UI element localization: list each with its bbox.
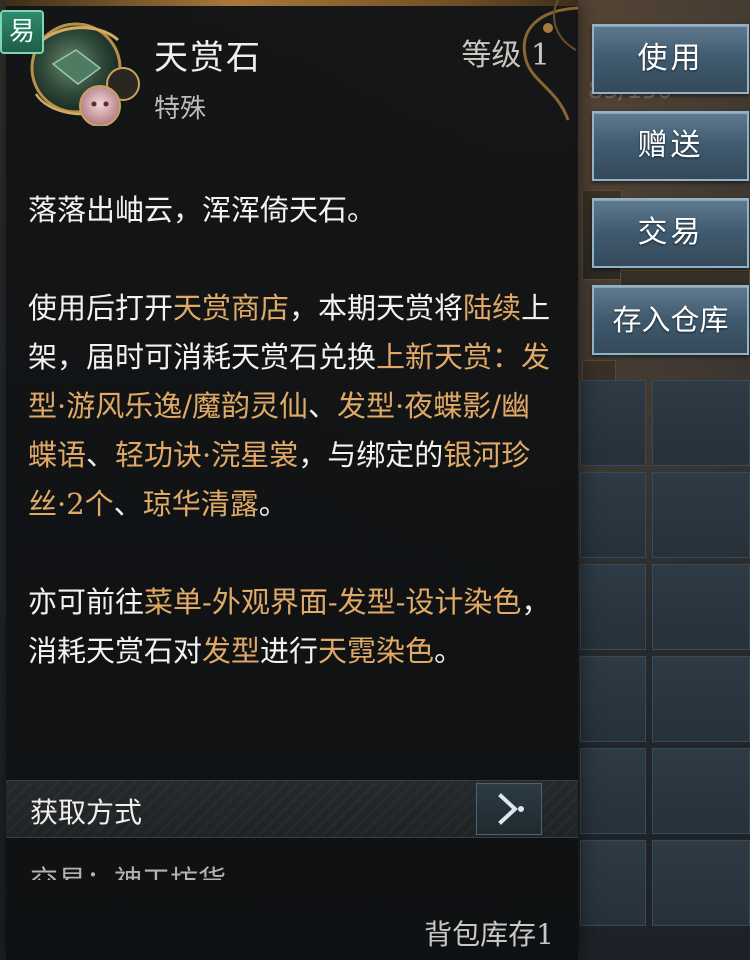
item-level: 等级 1 (461, 38, 550, 73)
highlight-text: 陆续 (463, 291, 522, 325)
description-text: 、 (308, 389, 338, 423)
gift-button[interactable]: 赠送 (592, 111, 749, 181)
description-text: 。 (258, 487, 288, 521)
highlight-text: 琼华清露 (142, 487, 259, 521)
description-paragraph: 亦可前往菜单-外观界面-发型-设计染色，消耗天赏石对发型进行天霓染色。 (28, 578, 558, 676)
trade-button[interactable]: 交易 (592, 198, 749, 268)
description-paragraph: 落落出岫云，浑浑倚天石。 (28, 186, 558, 235)
description-text: 使用后打开 (28, 291, 174, 325)
obtain-method-label: 获取方式 (30, 796, 143, 829)
highlight-text: 轻功诀·浣星裳 (115, 438, 299, 472)
chevron-right-icon (498, 793, 524, 825)
bag-cell[interactable] (580, 564, 646, 650)
bag-cell[interactable] (652, 472, 750, 558)
item-description: 落落出岫云，浑浑倚天石。使用后打开天赏商店，本期天赏将陆续上架，届时可消耗天赏石… (28, 186, 558, 676)
description-text: 。 (434, 634, 464, 668)
highlight-text: 菜单-外观界面-发型-设计染色 (144, 585, 522, 619)
bag-cell[interactable] (652, 380, 750, 466)
item-name: 天赏石 (154, 38, 262, 78)
bag-cell[interactable] (580, 472, 646, 558)
obtain-source-text: 交易：神工坊货 (30, 866, 226, 880)
description-text: 、 (86, 438, 116, 472)
backpack-stock-count: 背包库存1 (424, 918, 554, 951)
highlight-text: 上新天赏： (376, 340, 522, 374)
tradable-badge: 易 (0, 10, 44, 54)
description-text: 落落出岫云，浑浑倚天石。 (28, 193, 377, 227)
bag-cell[interactable] (580, 656, 646, 742)
description-text: ，本期天赏将 (289, 291, 464, 325)
description-text: 、 (113, 487, 143, 521)
bag-cell[interactable] (652, 656, 750, 742)
highlight-text: 发型 (202, 634, 261, 668)
description-paragraph: 使用后打开天赏商店，本期天赏将陆续上架，届时可消耗天赏石兑换上新天赏：发型·游风… (28, 284, 558, 529)
obtain-method-bar[interactable]: 获取方式 (6, 780, 578, 838)
tooltip-frame-border (6, 0, 578, 6)
highlight-text: 天霓染色 (318, 634, 435, 668)
store-warehouse-button[interactable]: 存入仓库 (592, 285, 749, 355)
bag-cell[interactable] (652, 748, 750, 834)
description-text: 亦可前往 (28, 585, 145, 619)
description-text: ，与绑定的 (298, 438, 444, 472)
use-button[interactable]: 使用 (592, 24, 749, 94)
bag-cell[interactable] (580, 380, 646, 466)
bag-cell[interactable] (652, 564, 750, 650)
bag-cell[interactable] (652, 840, 750, 926)
item-type: 特殊 (154, 94, 207, 124)
bag-cell[interactable] (580, 840, 646, 926)
description-text: 进行 (260, 634, 319, 668)
bag-grid (580, 380, 750, 960)
highlight-text: 天赏商店 (173, 291, 290, 325)
obtain-expand-button[interactable] (476, 783, 542, 835)
bag-cell[interactable] (580, 748, 646, 834)
